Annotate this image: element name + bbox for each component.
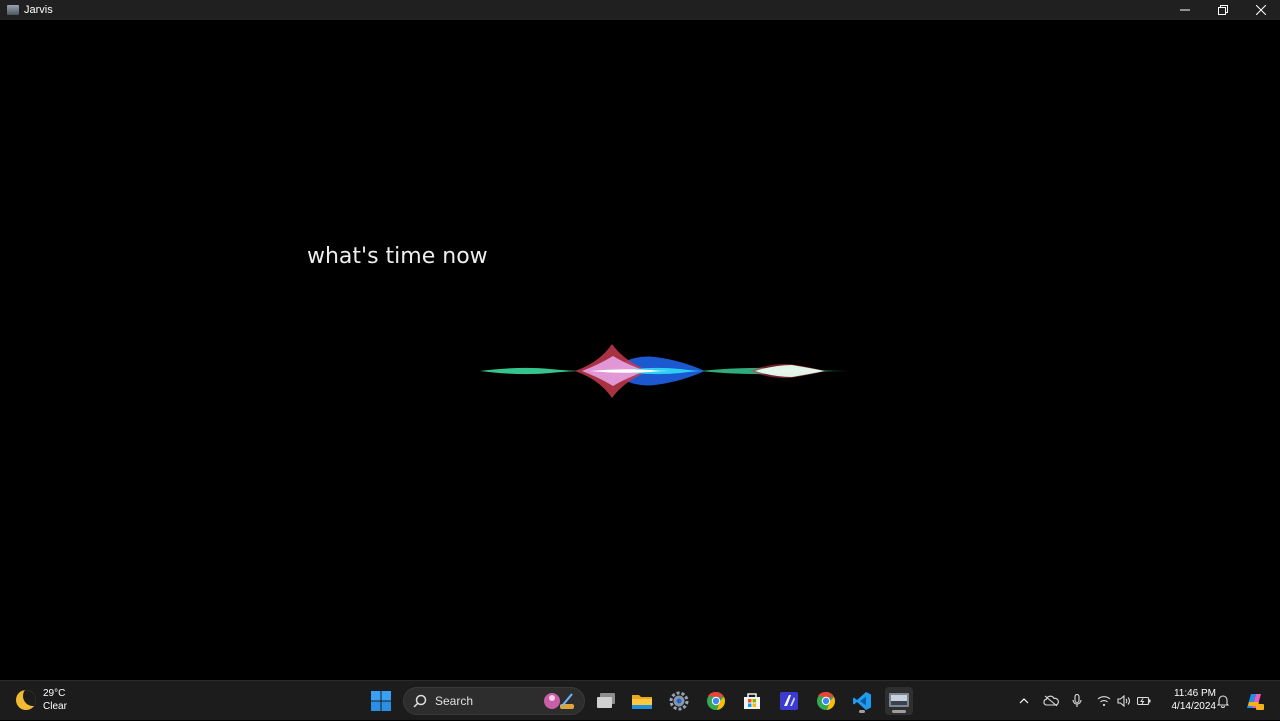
microsoft-store-icon bbox=[744, 693, 760, 709]
azure-data-studio-button[interactable] bbox=[775, 687, 803, 715]
weather-temperature: 29°C bbox=[43, 688, 66, 699]
window-controls bbox=[1166, 0, 1280, 20]
onedrive-icon bbox=[1043, 695, 1059, 707]
azure-data-studio-icon bbox=[780, 692, 798, 710]
weather-widget[interactable]: 29°C Clear bbox=[16, 687, 67, 713]
task-view-button[interactable] bbox=[592, 687, 620, 715]
notifications-button[interactable] bbox=[1214, 681, 1232, 721]
copilot-icon bbox=[1247, 694, 1264, 710]
chevron-up-icon bbox=[1019, 698, 1029, 704]
search-input[interactable]: Search bbox=[403, 687, 585, 715]
waveform-green-left bbox=[480, 367, 585, 375]
quick-settings-button[interactable] bbox=[1094, 681, 1154, 721]
chrome-button[interactable] bbox=[702, 687, 730, 715]
chrome-canary-icon bbox=[817, 691, 835, 710]
close-button[interactable] bbox=[1242, 0, 1280, 20]
active-indicator bbox=[892, 710, 906, 713]
window-title: Jarvis bbox=[24, 4, 53, 16]
clock-time: 11:46 PM bbox=[1173, 688, 1216, 699]
start-button[interactable] bbox=[367, 687, 395, 715]
copilot-button[interactable] bbox=[1242, 681, 1266, 721]
minimize-button[interactable] bbox=[1166, 0, 1204, 20]
speech-transcript: what's time now bbox=[307, 244, 488, 269]
wifi-icon bbox=[1097, 696, 1111, 707]
close-icon bbox=[1256, 5, 1266, 15]
title-bar: Jarvis bbox=[0, 0, 1280, 20]
running-indicator bbox=[859, 710, 865, 713]
restore-icon bbox=[1218, 5, 1228, 15]
clock-date: 4/14/2024 bbox=[1171, 701, 1217, 712]
vscode-button[interactable] bbox=[848, 687, 876, 715]
windows-logo-icon bbox=[371, 691, 391, 711]
voice-waveform bbox=[320, 344, 960, 398]
speaker-icon bbox=[1117, 695, 1130, 707]
search-highlight-icon bbox=[544, 693, 574, 709]
file-explorer-button[interactable] bbox=[628, 687, 656, 715]
vscode-icon bbox=[853, 692, 871, 710]
notification-bell-icon bbox=[1217, 695, 1229, 708]
settings-button[interactable] bbox=[665, 687, 693, 715]
microphone-button[interactable] bbox=[1068, 681, 1086, 721]
minimize-icon bbox=[1180, 9, 1190, 11]
battery-icon bbox=[1137, 696, 1151, 706]
chrome-icon bbox=[707, 691, 725, 710]
settings-icon bbox=[669, 691, 689, 711]
taskbar-clock[interactable]: 11:46 PM 4/14/2024 bbox=[1160, 687, 1217, 713]
taskbar: 29°C Clear Search 11:46 PM 4/14/2024 bbox=[0, 680, 1280, 720]
task-view-icon bbox=[597, 693, 615, 708]
search-icon bbox=[413, 694, 427, 708]
restore-button[interactable] bbox=[1204, 0, 1242, 20]
jarvis-app-icon bbox=[7, 5, 19, 15]
assistant-canvas: what's time now bbox=[0, 20, 1280, 680]
chrome-canary-button[interactable] bbox=[812, 687, 840, 715]
microphone-icon bbox=[1072, 694, 1082, 707]
onedrive-button[interactable] bbox=[1040, 681, 1062, 721]
file-explorer-icon bbox=[632, 695, 652, 709]
microsoft-store-button[interactable] bbox=[738, 687, 766, 715]
jarvis-taskbar-button[interactable] bbox=[885, 687, 913, 715]
search-label: Search bbox=[435, 694, 474, 708]
show-hidden-icons-button[interactable] bbox=[1014, 681, 1034, 721]
jarvis-app-icon bbox=[889, 693, 909, 707]
moon-icon bbox=[16, 690, 36, 710]
weather-condition: Clear bbox=[43, 701, 67, 712]
